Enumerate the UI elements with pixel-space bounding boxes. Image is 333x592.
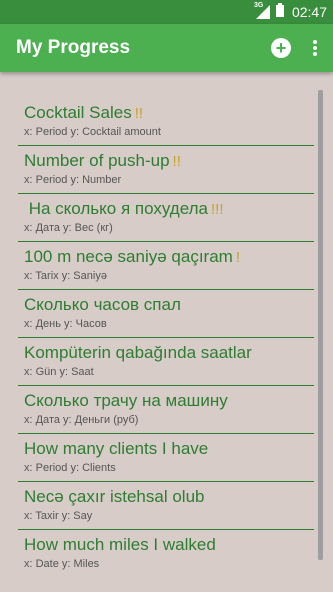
list-item[interactable]: Сколько трачу на машину x: Дата y: Деньг… <box>18 386 314 434</box>
priority-mark: !! <box>172 153 181 170</box>
item-title: Necə çaxır istehsal olub <box>24 487 205 506</box>
battery-icon <box>275 2 284 22</box>
plus-icon: + <box>275 38 287 58</box>
network-type: 3G <box>253 2 264 9</box>
list-item[interactable]: Cocktail Sales!! x: Period y: Cocktail a… <box>18 98 314 146</box>
list-item[interactable]: Necə çaxır istehsal olub x: Taxir y: Say <box>18 482 314 530</box>
item-axes: x: Дата y: Деньги (руб) <box>24 414 139 426</box>
item-title: 100 m necə saniyə qaçıram <box>24 247 233 266</box>
list-item[interactable]: How much miles I walked x: Date y: Miles <box>18 530 314 578</box>
item-axes: x: Taxir y: Say <box>24 510 93 522</box>
overflow-menu-icon[interactable] <box>313 40 317 56</box>
add-button[interactable]: + <box>271 38 291 58</box>
item-axes: x: Tarix y: Saniyə <box>24 270 107 282</box>
list-item[interactable]: Сколько часов спал x: День y: Часов <box>18 290 314 338</box>
item-axes: x: Дата y: Вес (кг) <box>24 222 113 234</box>
app-bar: My Progress + <box>0 24 333 72</box>
list-item[interactable]: Kompüterin qabağında saatlar x: Gün y: S… <box>18 338 314 386</box>
item-title: How much miles I walked <box>24 535 216 554</box>
page-title: My Progress <box>16 37 131 58</box>
item-title: How many clients I have <box>24 439 209 458</box>
item-axes: x: День y: Часов <box>24 318 107 330</box>
item-title: Kompüterin qabağında saatlar <box>24 343 252 362</box>
clock: 02:47 <box>291 4 327 20</box>
item-axes: x: Gün y: Saat <box>24 366 94 378</box>
item-title: Cocktail Sales <box>24 103 132 122</box>
item-title: На сколько я похудела <box>24 199 208 218</box>
status-bar: 3G 02:47 <box>0 0 333 24</box>
item-title: Сколько часов спал <box>24 295 181 314</box>
item-title: Number of push-up <box>24 151 170 170</box>
list-item[interactable]: 100 m necə saniyə qaçıram! x: Tarix y: S… <box>18 242 314 290</box>
item-axes: x: Date y: Miles <box>24 558 100 570</box>
signal-icon: 3G <box>253 2 270 19</box>
item-axes: x: Period y: Cocktail amount <box>24 126 161 138</box>
progress-list: Cocktail Sales!! x: Period y: Cocktail a… <box>18 98 314 578</box>
priority-mark: !!! <box>211 201 224 218</box>
item-axes: x: Period y: Clients <box>24 462 116 474</box>
list-item[interactable]: На сколько я похудела!!! x: Дата y: Вес … <box>18 194 314 242</box>
scrollbar[interactable] <box>318 90 323 560</box>
priority-mark: !! <box>134 105 144 122</box>
item-title: Сколько трачу на машину <box>24 391 228 410</box>
list-item[interactable]: Number of push-up!! x: Period y: Number <box>18 146 314 194</box>
item-axes: x: Period y: Number <box>24 174 122 186</box>
list-item[interactable]: How many clients I have x: Period y: Cli… <box>18 434 314 482</box>
priority-mark: ! <box>235 249 241 266</box>
